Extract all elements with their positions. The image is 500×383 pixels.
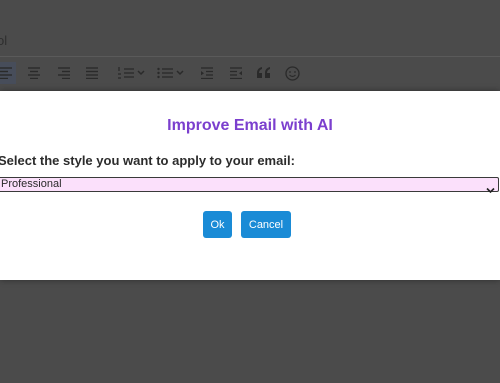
- blockquote-icon[interactable]: [257, 65, 271, 81]
- outdent-icon[interactable]: [229, 65, 243, 81]
- editor-title: ol: [0, 33, 8, 48]
- style-select-value: Professional: [1, 178, 62, 190]
- style-prompt-label: Select the style you want to apply to yo…: [0, 153, 295, 168]
- align-justify-icon[interactable]: [85, 65, 99, 81]
- align-left-icon[interactable]: [0, 65, 14, 81]
- improve-email-dialog: Improve Email with AI Select the style y…: [0, 91, 500, 280]
- chevron-down-icon: [486, 181, 495, 199]
- emoji-icon[interactable]: [285, 65, 300, 81]
- editor-toolbar: [0, 62, 500, 84]
- indent-icon[interactable]: [200, 65, 214, 81]
- align-center-icon[interactable]: [27, 65, 41, 81]
- bullet-list-icon[interactable]: [157, 65, 187, 81]
- numbered-list-icon[interactable]: [118, 65, 148, 81]
- dialog-title: Improve Email with AI: [167, 117, 333, 134]
- align-right-icon[interactable]: [57, 65, 71, 81]
- style-select[interactable]: Professional: [0, 177, 499, 194]
- editor-divider: [0, 56, 500, 57]
- ok-button[interactable]: Ok: [203, 211, 232, 238]
- cancel-button[interactable]: Cancel: [241, 211, 291, 238]
